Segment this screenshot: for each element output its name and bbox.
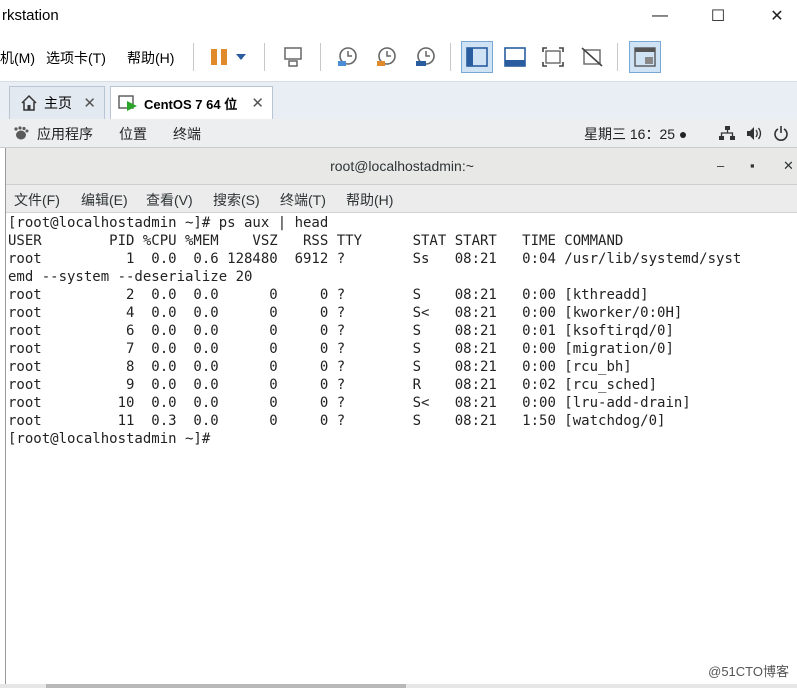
vm-running-icon (118, 93, 138, 113)
terminal-title: root@localhostadmin:~ (330, 158, 474, 174)
network-icon[interactable] (719, 126, 735, 146)
terminal-line: root 10 0.0 0.0 0 0 ? S< 08:21 0:00 [lru… (8, 395, 691, 411)
home-icon (20, 94, 38, 112)
scrollbar-thumb[interactable] (46, 684, 406, 688)
terminal-line: root 9 0.0 0.0 0 0 ? R 08:21 0:02 [rcu_s… (8, 377, 658, 393)
terminal-menu-help[interactable]: 帮助(H) (346, 190, 393, 210)
toolbar-separator (450, 43, 451, 71)
unity-icon[interactable] (576, 41, 608, 73)
volume-icon[interactable] (746, 126, 763, 146)
gnome-terminal-app[interactable]: 终端 (173, 124, 201, 144)
menu-vm[interactable]: 机(M) (0, 48, 35, 68)
console-view-icon[interactable] (499, 41, 531, 73)
horizontal-scrollbar[interactable] (0, 684, 797, 688)
terminal-titlebar: root@localhostadmin:~ – ▪ ✕ (6, 148, 797, 185)
tab-centos-close-icon[interactable]: ✕ (251, 94, 264, 112)
terminal-menu-view[interactable]: 查看(V) (146, 190, 193, 210)
terminal-menu-file[interactable]: 文件(F) (14, 190, 60, 210)
revert-snapshot-icon[interactable] (370, 41, 402, 73)
gnome-applications-menu[interactable]: 应用程序 (37, 124, 93, 144)
watermark: @51CTO博客 (708, 664, 789, 679)
power-icon[interactable] (773, 125, 789, 146)
terminal-menubar: 文件(F) 编辑(E) 查看(V) 搜索(S) 终端(T) 帮助(H) (6, 185, 797, 213)
gnome-top-bar: 应用程序 位置 终端 星期三 16：25 ● (0, 119, 797, 148)
terminal-menu-edit[interactable]: 编辑(E) (81, 190, 128, 210)
terminal-maximize-button[interactable]: ▪ (750, 158, 755, 173)
menu-tabs[interactable]: 选项卡(T) (46, 48, 106, 68)
terminal-line: root 1 0.0 0.6 128480 6912 ? Ss 08:21 0:… (8, 251, 742, 267)
terminal-line: root 11 0.3 0.0 0 0 ? S 08:21 1:50 [watc… (8, 413, 666, 429)
terminal-line: USER PID %CPU %MEM VSZ RSS TTY STAT STAR… (8, 233, 624, 249)
terminal-line: root 7 0.0 0.0 0 0 ? S 08:21 0:00 [migra… (8, 341, 674, 357)
close-button[interactable]: ✕ (757, 4, 797, 28)
terminal-prompt-line: [root@localhostadmin ~]# (8, 431, 211, 447)
gnome-foot-icon (13, 126, 29, 145)
terminal-line: root 4 0.0 0.0 0 0 ? S< 08:21 0:00 [kwor… (8, 305, 683, 321)
terminal-output[interactable]: [root@localhostadmin ~]# ps aux | head U… (6, 213, 797, 683)
gnome-places-menu[interactable]: 位置 (119, 124, 147, 144)
maximize-button[interactable]: ☐ (698, 4, 738, 28)
terminal-close-button[interactable]: ✕ (783, 158, 794, 174)
toolbar-separator (320, 43, 321, 71)
toolbar-separator (264, 43, 265, 71)
chevron-down-icon[interactable] (230, 41, 252, 73)
terminal-line: root 6 0.0 0.0 0 0 ? S 08:21 0:01 [ksoft… (8, 323, 674, 339)
menu-help[interactable]: 帮助(H) (127, 48, 174, 68)
tab-home-label: 主页 (44, 95, 72, 111)
minimize-button[interactable]: — (640, 4, 680, 28)
terminal-menu-terminal[interactable]: 终端(T) (280, 190, 326, 210)
vmware-tab-strip: 主页 ✕ CentOS 7 64 位 ✕ (0, 81, 797, 120)
terminal-menu-search[interactable]: 搜索(S) (213, 190, 260, 210)
library-view-icon[interactable] (461, 41, 493, 73)
terminal-line: emd --system --deserialize 20 (8, 269, 253, 285)
toolbar-separator (617, 43, 618, 71)
terminal-line: root 8 0.0 0.0 0 0 ? S 08:21 0:00 [rcu_b… (8, 359, 632, 375)
tab-centos[interactable]: CentOS 7 64 位 ✕ (110, 86, 273, 119)
snapshot-manager-icon[interactable] (409, 41, 441, 73)
terminal-line: root 2 0.0 0.0 0 0 ? S 08:21 0:00 [kthre… (8, 287, 649, 303)
send-ctrl-alt-del-icon[interactable] (277, 41, 309, 73)
thumbnail-view-icon[interactable] (629, 41, 661, 73)
fullscreen-icon[interactable] (537, 41, 569, 73)
tab-home-close-icon[interactable]: ✕ (83, 94, 96, 112)
window-title: rkstation (2, 7, 59, 24)
vmware-menubar: 机(M) 选项卡(T) 帮助(H) (0, 33, 797, 81)
tab-centos-label: CentOS 7 64 位 (144, 96, 238, 112)
tab-home[interactable]: 主页 ✕ (9, 86, 105, 119)
gnome-clock[interactable]: 星期三 16：25 ● (584, 124, 687, 144)
toolbar-separator (193, 43, 194, 71)
terminal-minimize-button[interactable]: – (717, 158, 724, 173)
snapshot-icon[interactable] (331, 41, 363, 73)
terminal-line: [root@localhostadmin ~]# ps aux | head (8, 215, 329, 231)
vmware-titlebar: rkstation — ☐ ✕ (0, 0, 797, 33)
terminal-window: root@localhostadmin:~ – ▪ ✕ 文件(F) 编辑(E) … (5, 148, 797, 688)
